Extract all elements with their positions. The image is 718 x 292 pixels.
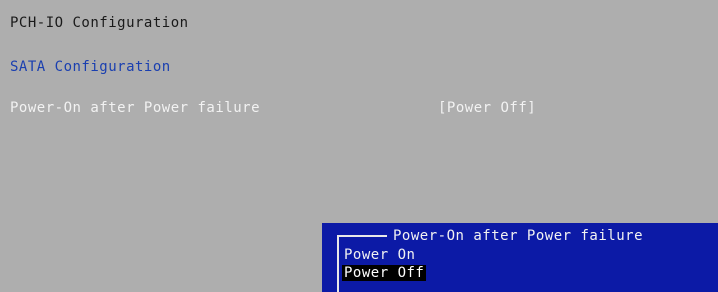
popup-title: Power-On after Power failure [393, 228, 644, 244]
power-on-after-power-failure-label[interactable]: Power-On after Power failure [10, 99, 260, 117]
option-power-on[interactable]: Power On [342, 247, 417, 263]
option-popup-dialog: Power-On after Power failure Power On Po… [322, 223, 718, 292]
page-title: PCH-IO Configuration [10, 15, 189, 31]
popup-frame-left-border [337, 235, 339, 292]
popup-frame-top-border [337, 235, 387, 237]
option-power-off[interactable]: Power Off [342, 265, 427, 281]
sata-configuration-submenu[interactable]: SATA Configuration [10, 58, 171, 76]
bios-setup-screen: PCH-IO Configuration SATA Configuration … [0, 0, 718, 292]
power-on-after-power-failure-value[interactable]: [Power Off] [438, 99, 536, 117]
